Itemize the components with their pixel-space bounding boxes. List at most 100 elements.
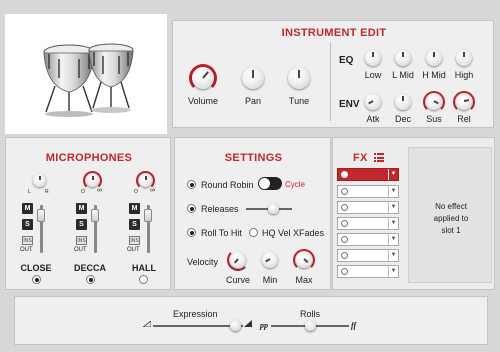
fx-slot-1[interactable]: ▼ [337,168,399,181]
velocity-min-knob[interactable] [262,252,278,268]
fx-slot-2-radio[interactable] [341,188,348,195]
velocity-min-label: Min [262,275,278,285]
expression-slider-thumb[interactable] [230,320,242,331]
round-robin-toggle[interactable] [258,177,282,190]
fx-slot-7-radio[interactable] [341,268,348,275]
env-label: ENV [339,99,360,110]
velocity-max-label: Max [295,275,313,285]
rolls-slider-thumb[interactable] [304,320,316,331]
close-solo-button[interactable]: S [22,219,33,230]
mic-hall-radio[interactable] [139,275,148,284]
cycle-label: Cycle [285,180,306,189]
releases-label: Releases [201,204,239,214]
close-mute-button[interactable]: M [22,203,33,214]
eq-label: EQ [339,55,354,66]
hall-pan-knob[interactable] [139,174,152,187]
fx-slot-3[interactable]: ▼ [337,201,399,214]
hall-ins-button[interactable]: INS [129,236,140,245]
instrument-edit-divider [330,43,331,121]
env-dec-label: Dec [394,114,411,124]
settings-title: SETTINGS [224,152,283,164]
velocity-max-knob[interactable] [296,252,312,268]
decca-out-label: OUT [74,247,87,253]
decca-fader[interactable] [91,209,99,222]
env-sus-label: Sus [426,114,442,124]
eq-lmid-knob[interactable] [395,50,411,66]
fx-title: FX [353,152,368,164]
rolls-pp-label: pp [260,321,268,330]
microphones-panel: MICROPHONES L R O ∞ O ∞ M S INS OUT M S … [5,137,171,290]
fx-slot-3-radio[interactable] [341,204,348,211]
decca-mute-button[interactable]: M [76,203,87,214]
close-fader[interactable] [37,209,45,222]
hall-mute-button[interactable]: M [129,203,140,214]
performance-panel: Expression Rolls pp ff [14,296,488,345]
env-atk-label: Atk [366,114,380,124]
eq-hmid-label: H Mid [422,70,446,80]
decca-ins-button[interactable]: INS [76,236,87,245]
eq-hmid-knob[interactable] [426,50,442,66]
mic-name-decca: DECCA [73,263,106,273]
expression-ramp-icon-right [244,320,252,327]
volume-label: Volume [187,96,219,106]
hall-fader[interactable] [144,209,152,222]
env-dec-knob[interactable] [395,94,411,110]
eq-high-label: High [454,70,474,80]
round-robin-radio[interactable] [187,180,196,189]
fx-detail-panel: No effect applied to slot 1 [408,147,492,283]
releases-slider-thumb[interactable] [268,203,280,214]
mic-name-hall: HALL [132,263,156,273]
round-robin-toggle-thumb [259,178,270,189]
env-rel-label: Rel [457,114,471,124]
fx-slot-5-dropdown[interactable]: ▼ [388,234,398,245]
roll-to-hit-label: Roll To Hit [201,228,242,238]
hall-solo-button[interactable]: S [129,219,140,230]
eq-high-knob[interactable] [456,50,472,66]
env-atk-knob[interactable] [365,94,381,110]
timpani-image [43,43,134,117]
microphones-title: MICROPHONES [45,152,133,164]
expression-ramp-icon [143,321,151,327]
fx-slot-7-dropdown[interactable]: ▼ [388,266,398,277]
pan-label: Pan [244,96,261,106]
tune-knob[interactable] [288,67,310,89]
close-ins-button[interactable]: INS [22,236,33,245]
decca-pan-knob[interactable] [86,174,99,187]
fx-slot-7[interactable]: ▼ [337,265,399,278]
velocity-label: Velocity [187,257,219,267]
settings-panel: SETTINGS Round Robin Cycle Releases Roll… [174,137,331,290]
env-sus-knob[interactable] [426,94,442,110]
fx-slot-1-dropdown[interactable]: ▼ [388,169,398,180]
fx-list-icon[interactable] [374,153,384,162]
tune-label: Tune [288,96,310,106]
mic-close-radio[interactable] [32,275,41,284]
pan-knob[interactable] [242,67,264,89]
velocity-curve-knob[interactable] [230,252,246,268]
fx-slot-4-dropdown[interactable]: ▼ [388,218,398,229]
rolls-label: Rolls [300,309,321,319]
eq-low-knob[interactable] [365,50,381,66]
fx-slot-5-radio[interactable] [341,236,348,243]
eq-lmid-label: L Mid [392,70,414,80]
decca-solo-button[interactable]: S [76,219,87,230]
fx-slot-5[interactable]: ▼ [337,233,399,246]
fx-slot-3-dropdown[interactable]: ▼ [388,202,398,213]
mic-decca-radio[interactable] [86,275,95,284]
fx-slot-1-radio[interactable] [341,171,348,178]
fx-slot-2[interactable]: ▼ [337,185,399,198]
fx-slot-4[interactable]: ▼ [337,217,399,230]
fx-slot-4-radio[interactable] [341,220,348,227]
fx-slot-6-radio[interactable] [341,252,348,259]
fx-slot-6[interactable]: ▼ [337,249,399,262]
env-rel-knob[interactable] [456,94,472,110]
roll-to-hit-radio[interactable] [187,228,196,237]
hq-vel-xfades-radio[interactable] [249,228,258,237]
fx-slot-2-dropdown[interactable]: ▼ [388,186,398,197]
releases-radio[interactable] [187,204,196,213]
pan-r-label: R [45,189,49,195]
volume-knob[interactable] [192,67,214,89]
fx-slot-6-dropdown[interactable]: ▼ [388,250,398,261]
fx-empty-message: No effect applied to slot 1 [433,202,469,235]
close-pan-knob[interactable] [33,174,46,187]
instrument-image-panel [5,14,167,134]
